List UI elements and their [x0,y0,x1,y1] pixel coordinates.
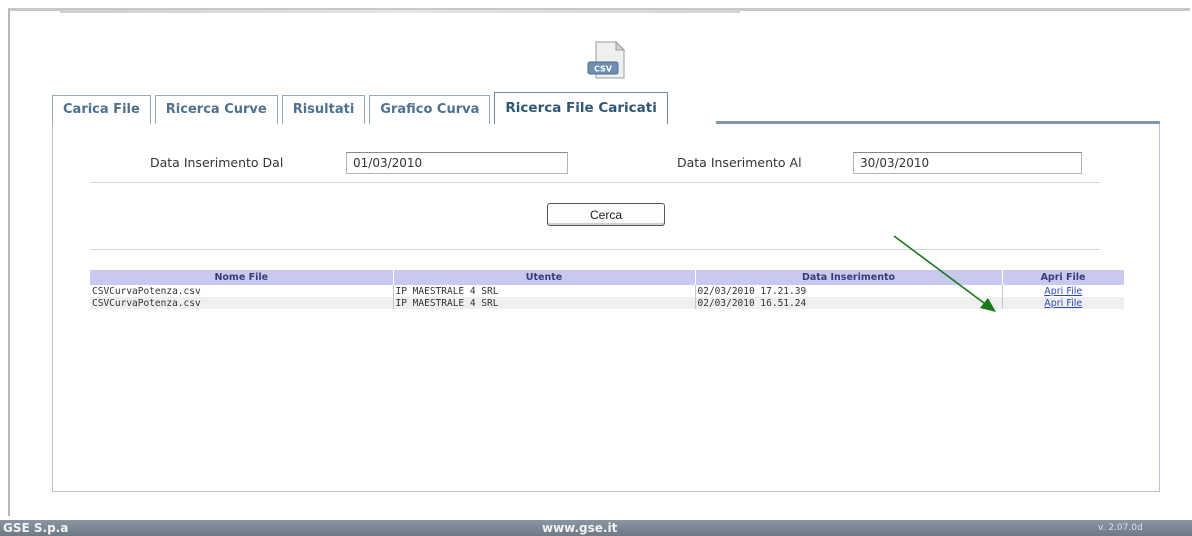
apri-file-link[interactable]: Apri File [1044,286,1082,297]
tab-carica-file[interactable]: Carica File [52,95,151,124]
column-header-utente: Utente [393,270,696,285]
footer-version: v. 2.07.0d [1098,523,1143,533]
divider-top [90,182,1100,183]
action-cell: Apri File [1002,285,1124,297]
date-to-input[interactable] [853,152,1082,174]
tab-ricerca-curve[interactable]: Ricerca Curve [154,95,278,124]
tab-bar: Carica File Ricerca Curve Risultati Graf… [52,92,672,124]
tab-grafico-curva[interactable]: Grafico Curva [369,95,491,124]
green-arrow-icon [893,235,996,312]
user-cell: IP MAESTRALE 4 SRL [393,285,696,297]
user-cell: IP MAESTRALE 4 SRL [393,297,696,309]
column-header-nome-file: Nome File [90,270,394,285]
action-cell: Apri File [1002,297,1124,309]
csv-icon-caption: CSV [594,65,613,74]
file-name-cell: CSVCurvaPotenza.csv [90,297,394,309]
date-to-label: Data Inserimento Al [677,155,802,170]
date-from-label: Data Inserimento Dal [150,155,284,170]
file-name-cell: CSVCurvaPotenza.csv [90,285,394,297]
footer-bar: GSE S.p.a www.gse.it v. 2.07.0d [0,520,1192,536]
csv-file-icon[interactable]: CSV [586,40,630,82]
apri-file-link[interactable]: Apri File [1044,298,1082,309]
top-divider [60,10,740,13]
date-from-input[interactable] [346,152,568,174]
cerca-button[interactable]: Cerca [547,203,665,226]
footer-website[interactable]: www.gse.it [542,521,617,535]
footer-company: GSE S.p.a [3,521,69,535]
column-header-apri-file: Apri File [1002,270,1125,285]
tab-risultati[interactable]: Risultati [281,95,366,124]
tab-ricerca-file-caricati[interactable]: Ricerca File Caricati [494,92,668,124]
